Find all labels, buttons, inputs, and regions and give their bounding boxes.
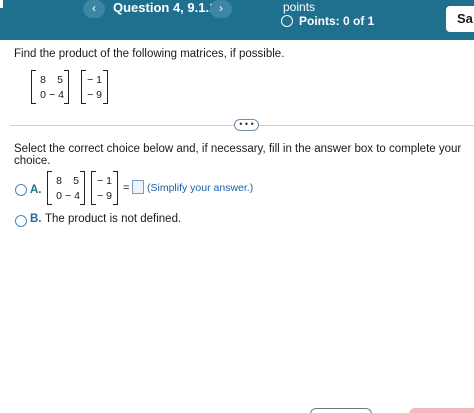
choice-b-radio[interactable] <box>15 215 27 227</box>
question-title: Question 4, 9.1.1 <box>113 0 217 15</box>
matrix-a: 8 5 0 − 4 <box>31 70 69 104</box>
previous-question-button[interactable]: ‹ <box>83 0 105 18</box>
expand-more-button[interactable]: • • • <box>234 119 259 131</box>
choice-a-matrix-a: 8 5 0 − 4 <box>47 171 85 205</box>
choice-a-matrix-b: − 1 − 9 <box>91 171 118 205</box>
equals-sign: = <box>123 182 130 194</box>
matrix-cell: − 4 <box>49 89 64 101</box>
matrix-cell: 8 <box>56 175 62 187</box>
answer-input-box[interactable] <box>132 180 144 194</box>
choice-b-text: The product is not defined. <box>45 213 182 225</box>
matrix-cell: − 9 <box>87 89 102 101</box>
choice-a-letter: A. <box>30 184 42 196</box>
progress-circle-icon <box>281 15 293 27</box>
question-instruction: Find the product of the following matric… <box>14 48 285 60</box>
header-marker <box>0 0 3 8</box>
matrix-cell: − 4 <box>65 190 80 202</box>
matrix-left-bracket <box>31 70 36 104</box>
choice-b-letter: B. <box>30 213 42 225</box>
matrix-cell: − 1 <box>87 74 102 86</box>
points-label: points <box>283 0 316 14</box>
simplify-hint: (Simplify your answer.) <box>147 182 254 194</box>
question-header: ‹ Question 4, 9.1.1 › points Points: 0 o… <box>0 0 474 40</box>
points-status: Points: 0 of 1 <box>281 13 374 29</box>
chevron-right-icon: › <box>219 1 223 15</box>
save-button[interactable]: Sa <box>446 6 474 32</box>
matrix-right-bracket <box>80 171 85 205</box>
matrix-cell: 0 <box>40 89 46 101</box>
matrix-cell: 5 <box>57 74 63 86</box>
points-text: Points: 0 of 1 <box>299 14 375 28</box>
matrix-right-bracket <box>113 171 118 205</box>
choice-a-radio[interactable] <box>15 184 27 196</box>
matrix-right-bracket <box>103 70 108 104</box>
bottom-button[interactable] <box>310 408 372 413</box>
matrix-cell: 8 <box>40 74 46 86</box>
chevron-left-icon: ‹ <box>92 1 96 15</box>
next-question-button[interactable]: › <box>210 0 232 18</box>
matrix-left-bracket <box>47 171 52 205</box>
matrix-b: − 1 − 9 <box>81 70 108 104</box>
matrix-cell: 5 <box>73 175 79 187</box>
select-instruction: Select the correct choice below and, if … <box>14 143 462 167</box>
matrix-cell: 0 <box>56 190 62 202</box>
matrix-cell: − 9 <box>97 190 112 202</box>
matrix-right-bracket <box>64 70 69 104</box>
bottom-action-button[interactable] <box>409 408 474 413</box>
matrix-cell: − 1 <box>97 175 112 187</box>
